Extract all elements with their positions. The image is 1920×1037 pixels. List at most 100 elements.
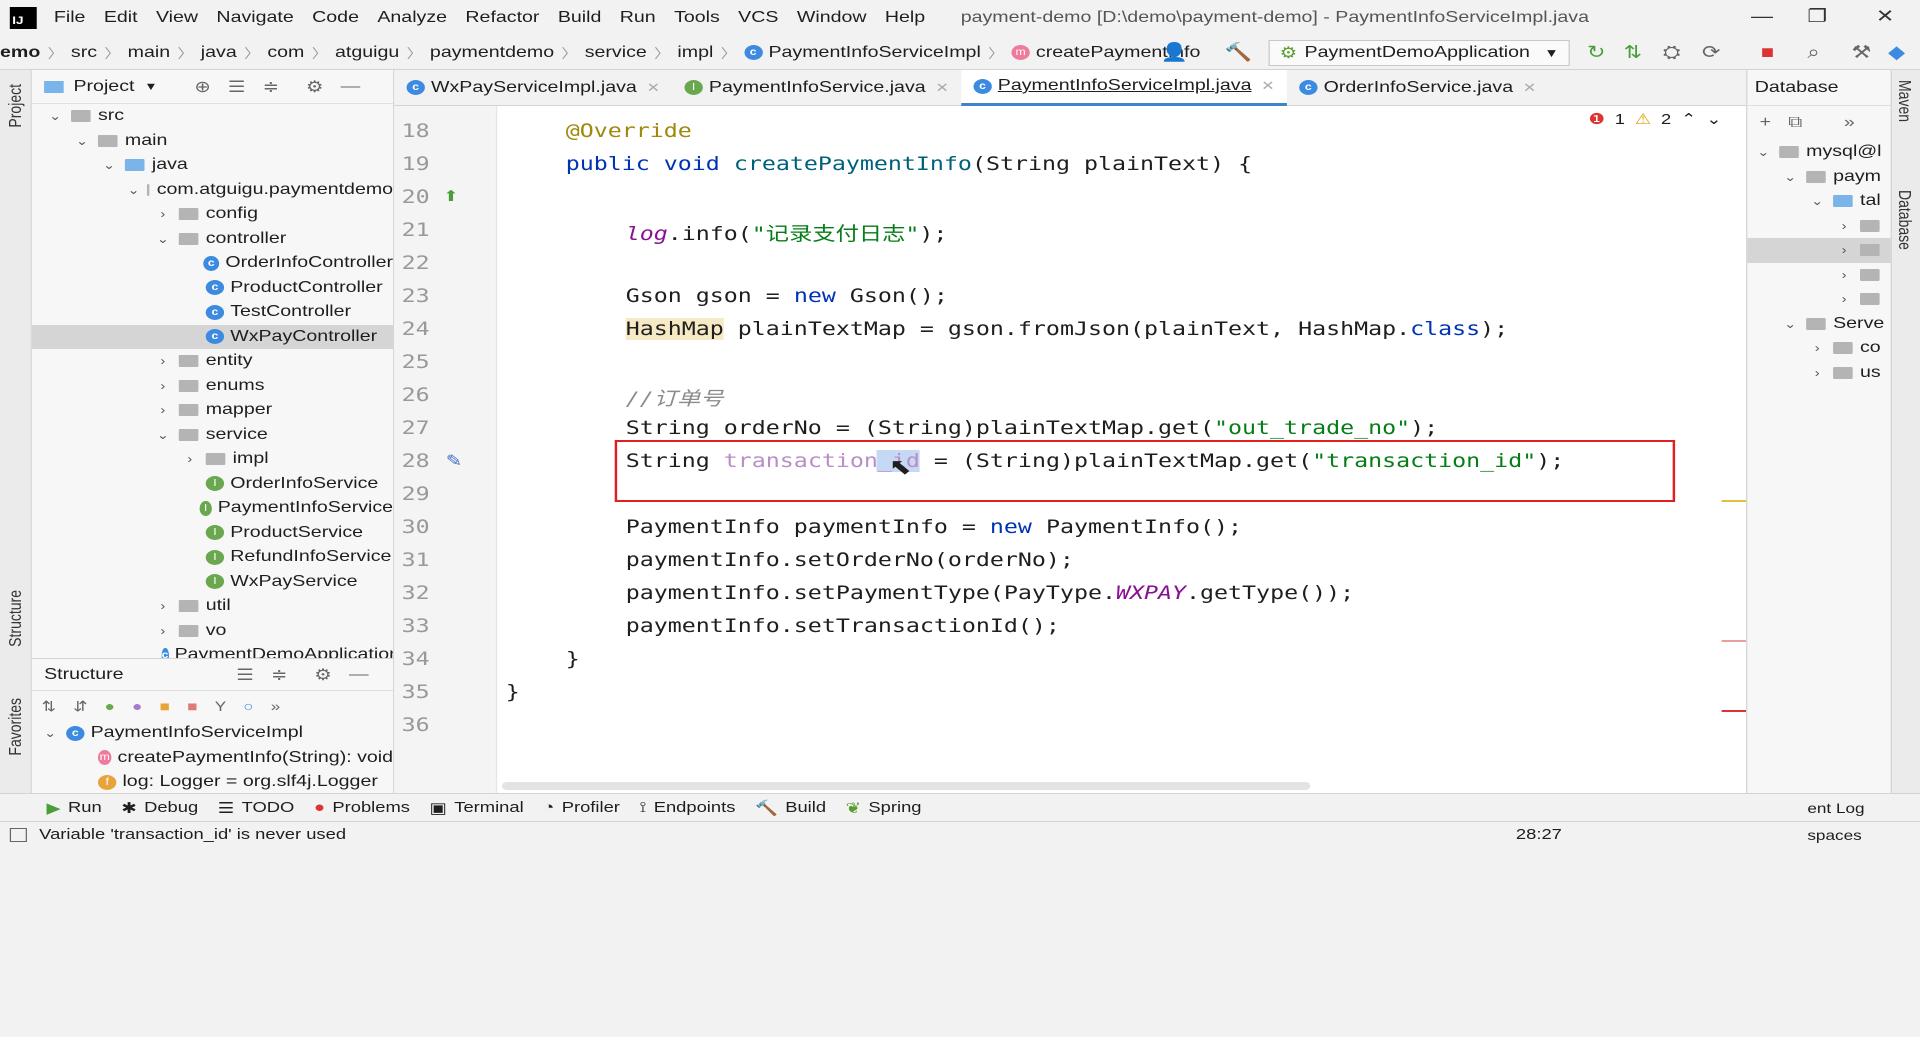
horizontal-scrollbar[interactable] [502,782,1311,790]
sort-visibility-icon[interactable]: ⇵ [73,698,87,715]
chevron-right-icon[interactable]: › [154,403,171,417]
menu-file[interactable]: File [54,9,86,27]
user-icon[interactable]: 👤 [1161,42,1188,63]
tree-item[interactable]: ⌄ main [32,129,393,154]
error-stripe[interactable] [1721,710,1747,712]
chevron-down-icon[interactable]: ⌄ [1782,170,1799,184]
tree-item[interactable]: › impl [32,447,393,472]
chevron-right-icon[interactable]: › [1836,219,1853,233]
debug-tool-button[interactable]: ✱ Debug [121,799,198,817]
indent-setting[interactable]: spaces [1807,827,1861,843]
breadcrumb-java[interactable]: java [201,44,237,62]
tree-item[interactable]: I WxPayService [32,570,393,595]
run-tool-button[interactable]: ▶ Run [47,799,102,817]
status-toggle-icon[interactable] [9,827,27,842]
add-icon[interactable]: + [1760,114,1771,132]
tree-item[interactable]: › vo [32,619,393,644]
profiler-tool-button[interactable]: ◔ Profiler [543,799,620,816]
tree-item[interactable]: I OrderInfoService [32,472,393,497]
menu-edit[interactable]: Edit [104,9,138,27]
copy-icon[interactable]: ⧉ [1788,114,1802,132]
more-icon[interactable]: » [271,698,281,714]
structure-item[interactable]: m createPaymentInfo(String): void [32,746,393,771]
minimize-icon[interactable]: — [1751,6,1773,27]
chevron-right-icon[interactable]: › [1809,366,1826,380]
collapse-all-icon[interactable]: ≑ [263,77,279,97]
menu-view[interactable]: View [156,9,198,27]
caret-position[interactable]: 28:27 [1516,826,1562,843]
problems-tool-button[interactable]: ● Problems [314,799,410,816]
expand-all-icon[interactable]: ☰ [236,665,254,685]
chevron-right-icon[interactable]: › [1836,268,1853,282]
chevron-right-icon[interactable]: › [181,452,198,466]
db-tree-item[interactable]: › [1747,238,1891,263]
menu-analyze[interactable]: Analyze [377,9,447,27]
tree-item[interactable]: ⌄ com.atguigu.paymentdemo [32,178,393,203]
coverage-icon[interactable]: ⛭ [1663,42,1681,63]
chevron-right-icon[interactable]: › [1836,292,1853,306]
db-tree-item[interactable]: ⌄ Serve [1747,312,1890,337]
search-icon[interactable]: ⌕ [1807,42,1819,63]
tab-orderinfoservice[interactable]: c OrderInfoService.java ✕ [1287,70,1549,106]
breadcrumb-project[interactable]: emo [0,44,40,62]
chevron-down-icon[interactable]: ⌄ [73,134,90,148]
sort-alpha-icon[interactable]: ⇅ [42,698,56,715]
chevron-right-icon[interactable]: › [1809,341,1826,355]
structure-tool-tab[interactable]: Structure [5,590,25,647]
tree-item[interactable]: ⌄ src [32,104,393,129]
menu-code[interactable]: Code [312,9,359,27]
menu-run[interactable]: Run [620,9,656,27]
menu-help[interactable]: Help [885,9,925,27]
collapse-all-icon[interactable]: ≑ [271,665,287,685]
endpoints-tool-button[interactable]: ⟟ Endpoints [639,799,735,816]
db-tree-item[interactable]: › [1747,214,1890,239]
close-icon[interactable]: ✕ [1261,78,1274,94]
tree-item[interactable]: › mapper [32,398,393,423]
restore-icon[interactable]: ❐ [1807,6,1827,27]
tree-item[interactable]: ⌄ java [32,153,393,178]
favorites-tool-tab[interactable]: Favorites [5,698,25,756]
close-icon[interactable]: ✕ [647,80,660,96]
profile-icon[interactable]: ⟳ [1702,42,1720,63]
breadcrumb-main[interactable]: main [128,44,170,62]
maven-tool-tab[interactable]: Maven [1896,80,1916,122]
db-tree-item[interactable]: ⌄ tal [1747,189,1890,214]
tab-paymentinfoserviceimpl[interactable]: c PaymentInfoServiceImpl.java ✕ [961,70,1287,106]
expand-all-icon[interactable]: ☰ [228,77,246,97]
gear-icon[interactable]: ⚙ [306,77,324,97]
breadcrumb-paymentdemo[interactable]: paymentdemo [430,44,554,62]
gear-icon[interactable]: ⚙ [314,665,332,685]
todo-tool-button[interactable]: ☰ TODO [218,799,295,817]
db-tree-item[interactable]: › [1747,287,1890,312]
warning-stripe[interactable] [1721,500,1747,502]
rerun-icon[interactable]: ↻ [1587,42,1605,63]
breadcrumb-atguigu[interactable]: atguigu [335,44,399,62]
hide-icon[interactable]: — [341,78,361,96]
tab-wxpayserviceimpl[interactable]: c WxPayServiceImpl.java ✕ [394,70,672,106]
chevron-right-icon[interactable]: › [154,624,171,638]
settings-sync-icon[interactable]: ⚒ [1851,42,1871,63]
tree-item[interactable]: I ProductService [32,521,393,546]
show-lambdas-icon[interactable]: Y [215,698,226,714]
chevron-right-icon[interactable]: › [154,379,171,393]
tree-item[interactable]: c ProductController [32,276,393,301]
debug-run-icon[interactable]: ⇅ [1624,42,1642,63]
chevron-down-icon[interactable]: ▼ [144,81,157,93]
menu-vcs[interactable]: VCS [738,9,778,27]
tree-item[interactable]: ⌄ service [32,423,393,448]
stop-icon[interactable]: ■ [1761,42,1774,63]
tree-item[interactable]: c WxPayController [31,324,394,349]
show-non-public-icon[interactable]: ■ [187,698,197,714]
menu-refactor[interactable]: Refactor [465,9,539,27]
breadcrumb-com[interactable]: com [267,44,304,62]
close-icon[interactable]: ✕ [935,80,948,96]
chevron-right-icon[interactable]: › [154,599,171,613]
db-tree-item[interactable]: › [1747,263,1890,288]
plugin-icon[interactable]: ◆ [1888,42,1905,63]
close-icon[interactable]: ✕ [1876,6,1894,27]
chevron-down-icon[interactable]: ⌄ [154,232,171,246]
tree-item[interactable]: I PaymentInfoService [32,496,393,521]
tree-item[interactable]: I RefundInfoService [32,545,393,570]
tree-item[interactable]: c OrderInfoController [32,251,393,276]
breadcrumb-src[interactable]: src [71,44,97,62]
